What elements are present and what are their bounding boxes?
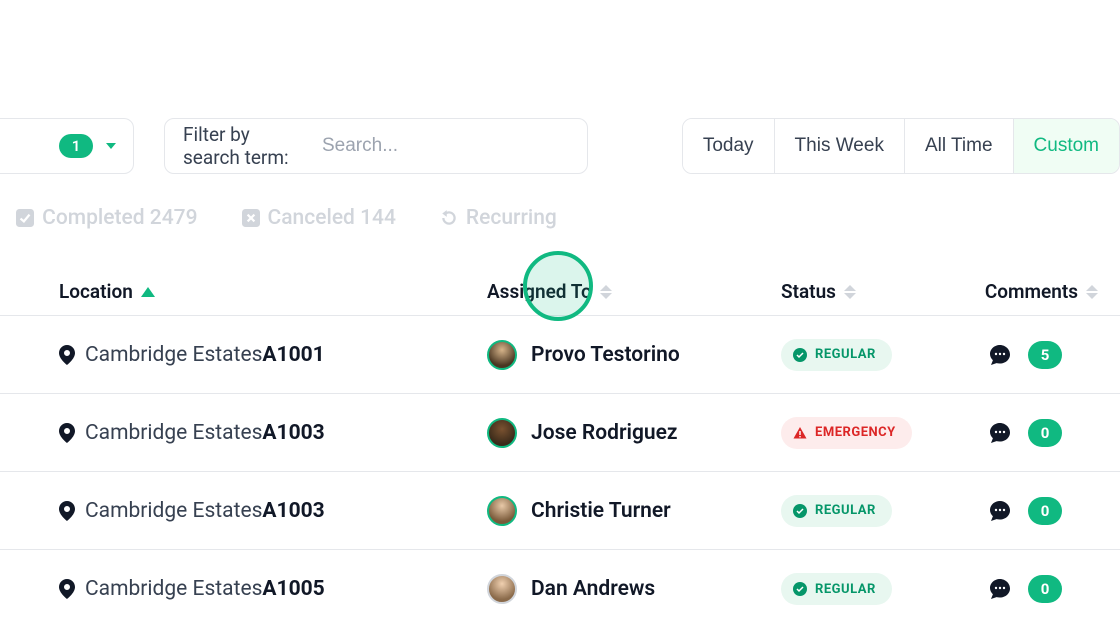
column-assigned[interactable]: Assigned To <box>487 280 781 303</box>
check-badge-icon <box>793 348 807 362</box>
status-text: REGULAR <box>815 582 876 597</box>
tab-canceled[interactable]: Canceled 144 <box>242 206 396 230</box>
status-tabs: ed 19 Completed 2479 Canceled 144 Recurr… <box>0 206 1120 230</box>
sort-icon <box>844 285 858 299</box>
cell-assignee: Christie Turner <box>487 496 781 526</box>
comment-icon <box>988 343 1012 367</box>
sort-icon <box>600 285 614 299</box>
range-today[interactable]: Today <box>683 119 775 173</box>
cell-location: Cambridge EstatesA1003 <box>59 499 487 523</box>
range-custom[interactable]: Custom <box>1014 119 1119 173</box>
loc-name: Cambridge Estates <box>85 421 262 445</box>
status-text: REGULAR <box>815 347 876 362</box>
loc-unit: A1003 <box>262 421 324 445</box>
comment-count: 5 <box>1028 341 1062 369</box>
loc-unit: A1003 <box>262 499 324 523</box>
location-pin-icon <box>59 579 75 599</box>
cell-assignee: Provo Testorino <box>487 340 781 370</box>
comment-icon <box>988 499 1012 523</box>
status-text: REGULAR <box>815 503 876 518</box>
tab-recurring-label: Recurring <box>466 206 557 230</box>
sort-asc-icon <box>141 287 155 297</box>
loc-name: Cambridge Estates <box>85 577 262 601</box>
caret-down-icon <box>103 138 119 154</box>
table-body: Cambridge EstatesA1001 Provo Testorino R… <box>0 316 1120 626</box>
cell-location: Cambridge EstatesA1005 <box>59 577 487 601</box>
check-badge-icon <box>793 582 807 596</box>
top-controls: 1 Filter by search term: Today This Week… <box>0 118 1120 174</box>
column-status-label: Status <box>781 280 836 303</box>
filter-count-badge: 1 <box>59 134 93 158</box>
loc-unit: A1005 <box>262 577 324 601</box>
undo-icon <box>440 209 458 227</box>
x-square-icon <box>242 209 260 227</box>
location-pin-icon <box>59 501 75 521</box>
status-badge-regular: REGULAR <box>781 573 892 605</box>
comment-icon <box>988 577 1012 601</box>
tab-completed-label: Completed 2479 <box>42 206 197 230</box>
location-pin-icon <box>59 345 75 365</box>
check-badge-icon <box>793 504 807 518</box>
cell-comments[interactable]: 0 <box>987 419 1120 447</box>
loc-name: Cambridge Estates <box>85 499 262 523</box>
status-badge-regular: REGULAR <box>781 339 892 371</box>
search-filter[interactable]: Filter by search term: <box>164 118 588 174</box>
assignee-name: Jose Rodriguez <box>531 421 678 445</box>
cell-assignee: Jose Rodriguez <box>487 418 781 448</box>
loc-name: Cambridge Estates <box>85 343 262 367</box>
assignee-name: Dan Andrews <box>531 577 655 601</box>
range-this-week[interactable]: This Week <box>775 119 905 173</box>
sort-icon <box>1086 285 1100 299</box>
tab-canceled-label: Canceled 144 <box>268 206 396 230</box>
alert-triangle-icon <box>793 426 807 440</box>
status-badge-regular: REGULAR <box>781 495 892 527</box>
avatar <box>487 340 517 370</box>
cell-status: EMERGENCY <box>781 417 987 449</box>
column-status[interactable]: Status <box>781 280 931 303</box>
search-input[interactable] <box>320 134 569 158</box>
tab-recurring[interactable]: Recurring <box>440 206 557 230</box>
tab-completed[interactable]: Completed 2479 <box>16 206 197 230</box>
table-row[interactable]: Cambridge EstatesA1001 Provo Testorino R… <box>0 316 1120 394</box>
filter-dropdown[interactable]: 1 <box>0 118 134 174</box>
cell-assignee: Dan Andrews <box>487 574 781 604</box>
loc-unit: A1001 <box>262 343 324 367</box>
avatar <box>487 418 517 448</box>
column-comments[interactable]: Comments <box>931 280 1120 303</box>
cell-status: REGULAR <box>781 495 987 527</box>
comment-count: 0 <box>1028 419 1062 447</box>
location-pin-icon <box>59 423 75 443</box>
assignee-name: Provo Testorino <box>531 343 680 367</box>
app-root: { "filters": { "dropdown_badge": "1", "s… <box>0 0 1120 626</box>
column-location[interactable]: Location <box>59 280 487 303</box>
cell-status: REGULAR <box>781 339 987 371</box>
avatar <box>487 496 517 526</box>
assignee-name: Christie Turner <box>531 499 671 523</box>
cell-comments[interactable]: 5 <box>987 341 1120 369</box>
table-row[interactable]: Cambridge EstatesA1003 Jose Rodriguez EM… <box>0 394 1120 472</box>
column-comments-label: Comments <box>985 280 1078 303</box>
column-assigned-label: Assigned To <box>487 280 592 303</box>
cell-status: REGULAR <box>781 573 987 605</box>
comment-count: 0 <box>1028 575 1062 603</box>
cell-location: Cambridge EstatesA1001 <box>59 343 487 367</box>
table-header: Location Assigned To Status Comments <box>0 268 1120 316</box>
table-row[interactable]: Cambridge EstatesA1005 Dan Andrews REGUL… <box>0 550 1120 626</box>
status-badge-emergency: EMERGENCY <box>781 417 912 449</box>
table-row[interactable]: Cambridge EstatesA1003 Christie Turner R… <box>0 472 1120 550</box>
range-all-time[interactable]: All Time <box>905 119 1014 173</box>
cell-comments[interactable]: 0 <box>987 575 1120 603</box>
column-location-label: Location <box>59 280 133 303</box>
avatar <box>487 574 517 604</box>
comment-icon <box>988 421 1012 445</box>
check-square-icon <box>16 209 34 227</box>
comment-count: 0 <box>1028 497 1062 525</box>
cell-location: Cambridge EstatesA1003 <box>59 421 487 445</box>
time-range-group: Today This Week All Time Custom <box>682 118 1120 174</box>
search-label: Filter by search term: <box>183 123 304 169</box>
status-text: EMERGENCY <box>815 425 896 440</box>
cell-comments[interactable]: 0 <box>987 497 1120 525</box>
